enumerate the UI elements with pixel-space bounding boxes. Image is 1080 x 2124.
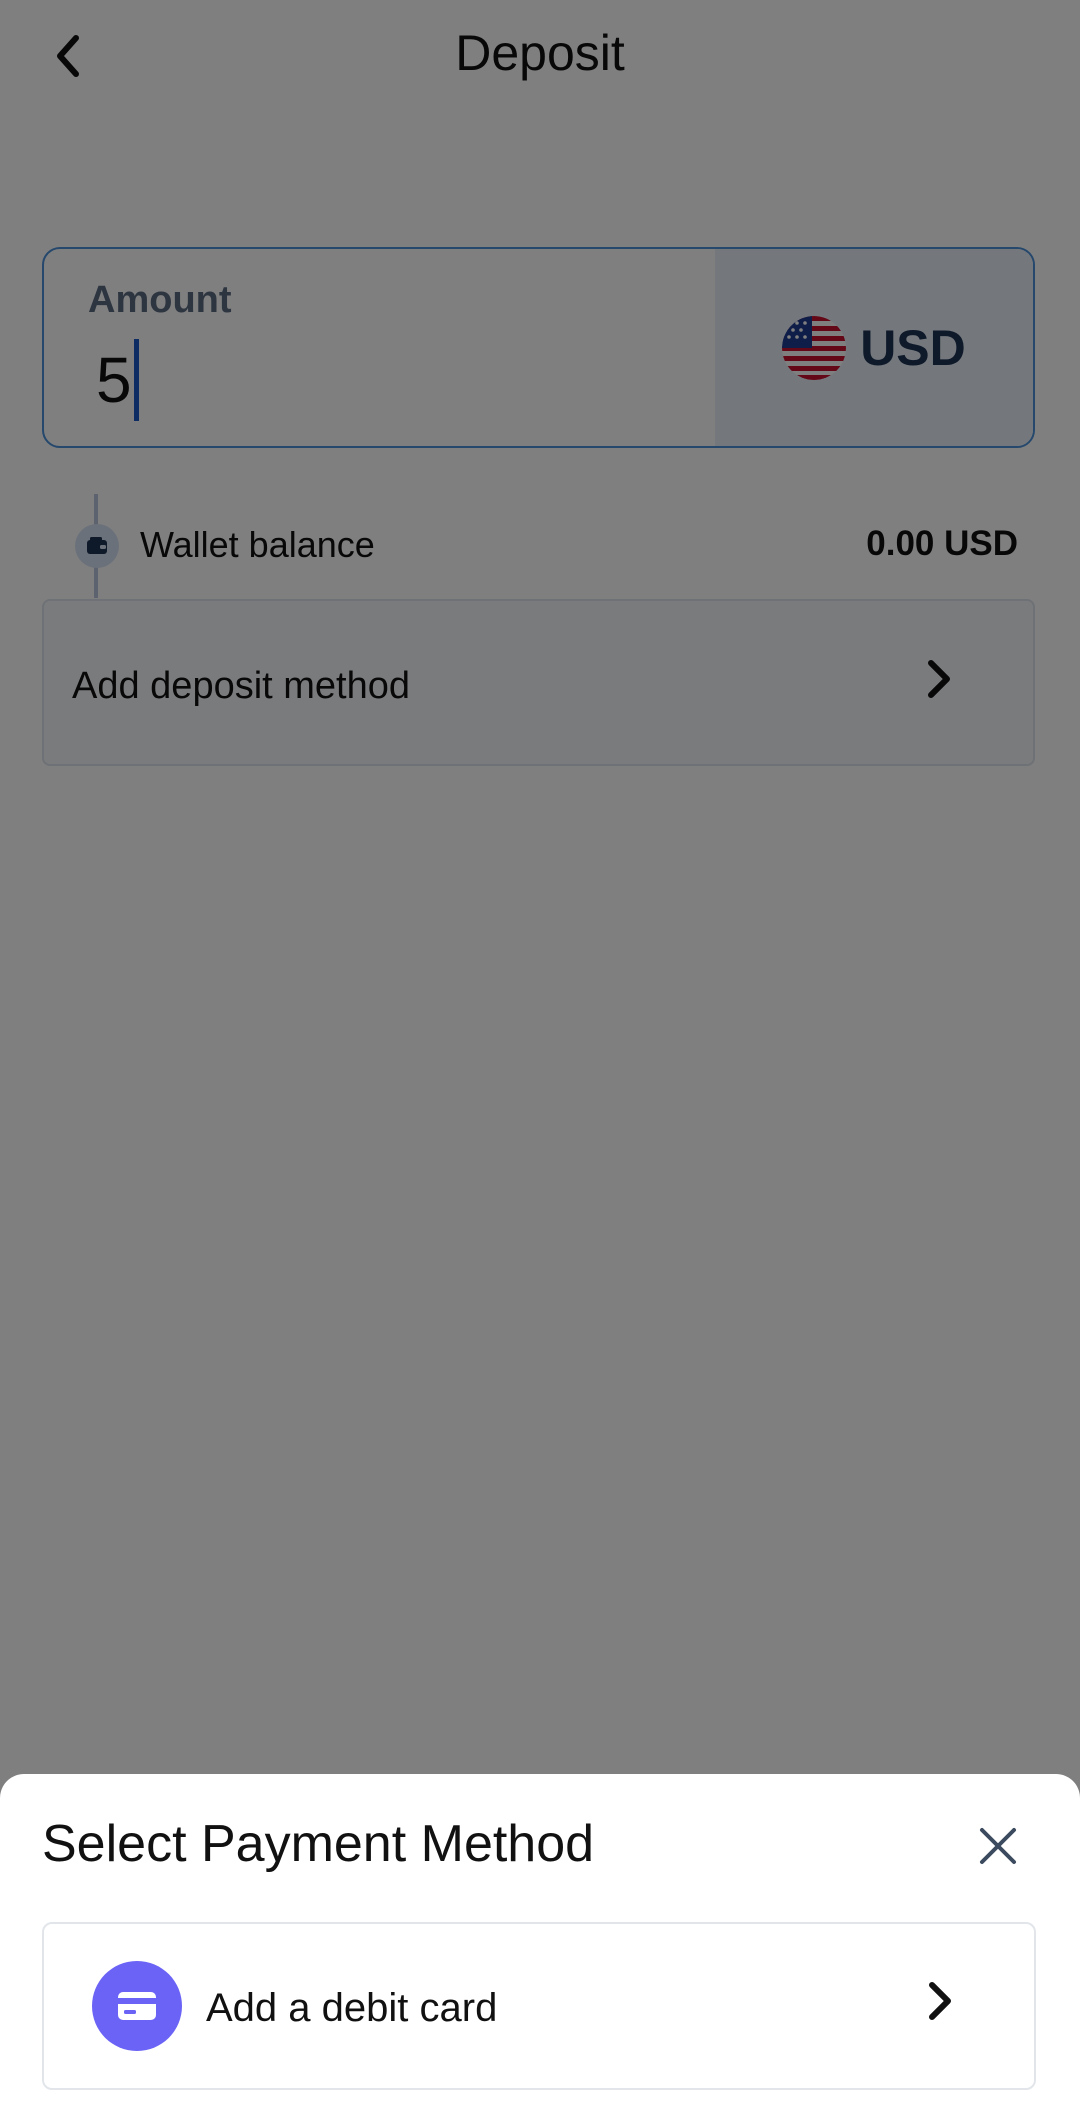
chevron-right-icon	[929, 1982, 951, 2020]
close-button[interactable]	[968, 1816, 1028, 1876]
payment-method-sheet: Select Payment Method Add a debit card	[0, 1774, 1080, 2124]
credit-card-icon	[118, 1992, 156, 2020]
close-icon	[980, 1828, 1016, 1864]
sheet-title: Select Payment Method	[42, 1815, 595, 1873]
credit-card-icon-badge	[92, 1961, 182, 2051]
add-debit-card-label: Add a debit card	[206, 1986, 498, 2030]
add-debit-card-option[interactable]: Add a debit card	[42, 1922, 1036, 2090]
